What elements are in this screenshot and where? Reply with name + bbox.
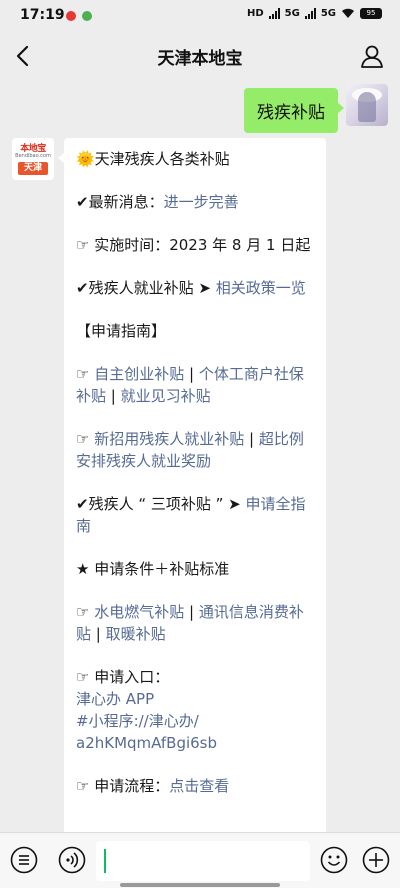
internship-subsidy-link[interactable]: 就业见习补贴	[121, 387, 211, 405]
app-entry-link[interactable]: 津心办 APP	[76, 688, 314, 710]
text-cursor	[104, 849, 106, 873]
message-input[interactable]	[96, 841, 310, 881]
my-avatar[interactable]	[346, 84, 388, 126]
status-time: 17:19	[20, 7, 65, 23]
entry-block: ☞ 申请入口： 津心办 APP #小程序://津心办/ a2hKMqmAfBgi…	[76, 666, 314, 754]
employment-link[interactable]: 相关政策一览	[216, 279, 306, 297]
utility-prefix: ☞	[76, 603, 95, 621]
sent-message-bubble[interactable]: 残疾补贴	[244, 88, 344, 133]
heating-subsidy-link[interactable]: 取暖补贴	[106, 625, 166, 643]
mini-program-link[interactable]: #小程序://津心办/	[76, 710, 314, 732]
avatar-city-label: 天津	[18, 162, 48, 175]
network-5g-label: 5G	[320, 8, 336, 19]
nav-bar: 天津本地宝	[0, 32, 400, 80]
network-5g-label: 5G	[284, 8, 300, 19]
separator: |	[91, 625, 106, 643]
emoji-icon[interactable]	[320, 846, 348, 874]
separator: |	[106, 387, 121, 405]
separator: |	[244, 430, 259, 448]
received-message-bubble[interactable]: 🌞天津残疾人各类补贴 ✔最新消息：进一步完善 ☞ 实施时间：2023 年 8 月…	[58, 138, 326, 832]
separator: |	[184, 603, 199, 621]
avatar-figure	[358, 92, 376, 122]
separator: |	[184, 365, 199, 383]
self-employment-link[interactable]: 自主创业补贴	[94, 365, 184, 383]
voice-icon[interactable]	[58, 846, 86, 874]
wifi-icon	[342, 8, 354, 18]
signal-icon	[268, 8, 280, 19]
profile-icon[interactable]	[358, 42, 386, 70]
app-notification-icon	[82, 11, 92, 21]
news-link[interactable]: 进一步完善	[164, 193, 239, 211]
guide-line-2: ☞ 新招用残疾人就业补贴 | 超比例安排残疾人就业奖励	[76, 428, 314, 472]
employment-line: ✔残疾人就业补贴 ➤ 相关政策一览	[76, 277, 314, 299]
mini-program-code-link[interactable]: a2hKMqmAfBgi6sb	[76, 732, 314, 754]
sent-message-text: 残疾补贴	[257, 103, 325, 123]
utility-subsidy-link[interactable]: 水电燃气补贴	[94, 603, 184, 621]
status-indicators: HD 5G 5G 95	[247, 8, 382, 19]
chat-title: 天津本地宝	[157, 49, 243, 69]
entry-label: ☞ 申请入口：	[76, 668, 170, 686]
home-indicator[interactable]	[120, 883, 280, 887]
battery-icon: 95	[360, 8, 382, 19]
employment-label: ✔残疾人就业补贴 ➤	[76, 279, 216, 297]
three-subsidies-line: ✔残疾人 “ 三项补贴 ” ➤ 申请全指南	[76, 493, 314, 537]
input-bar	[0, 832, 400, 888]
battery-level: 95	[366, 9, 376, 17]
reply-title: 🌞天津残疾人各类补贴	[76, 150, 230, 168]
avatar-logo-sub: Bendibao.com	[15, 153, 51, 159]
plus-icon[interactable]	[362, 846, 390, 874]
process-link[interactable]: 点击查看	[169, 777, 229, 795]
signal-icon	[304, 8, 316, 19]
process-label: ☞ 申请流程：	[76, 777, 170, 795]
news-label: ✔最新消息：	[76, 193, 164, 211]
account-avatar[interactable]: 本地宝 Bendibao.com 天津	[12, 138, 54, 180]
chat-area[interactable]: 残疾补贴 本地宝 Bendibao.com 天津 🌞天津残疾人各类补贴 ✔最新消…	[0, 80, 400, 832]
guide1-prefix: ☞	[76, 365, 95, 383]
guide-line-1: ☞ 自主创业补贴 | 个体工商户社保补贴 | 就业见习补贴	[76, 363, 314, 407]
news-line: ✔最新消息：进一步完善	[76, 191, 314, 213]
status-bar: 17:19 HD 5G 5G 95	[0, 0, 400, 32]
date-line: ☞ 实施时间：2023 年 8 月 1 日起	[76, 236, 311, 254]
conditions-line: ★ 申请条件＋补贴标准	[76, 560, 230, 578]
three-subsidies-label: ✔残疾人 “ 三项补贴 ” ➤	[76, 495, 246, 513]
process-line: ☞ 申请流程：点击查看	[76, 775, 314, 797]
menu-list-icon[interactable]	[10, 846, 38, 874]
utility-line: ☞ 水电燃气补贴 | 通讯信息消费补贴 | 取暖补贴	[76, 601, 314, 645]
guide-heading: 【申请指南】	[76, 322, 167, 340]
location-icon	[66, 11, 76, 21]
new-hire-subsidy-link[interactable]: 新招用残疾人就业补贴	[94, 430, 244, 448]
guide2-prefix: ☞	[76, 430, 95, 448]
network-hd-label: HD	[246, 8, 264, 19]
